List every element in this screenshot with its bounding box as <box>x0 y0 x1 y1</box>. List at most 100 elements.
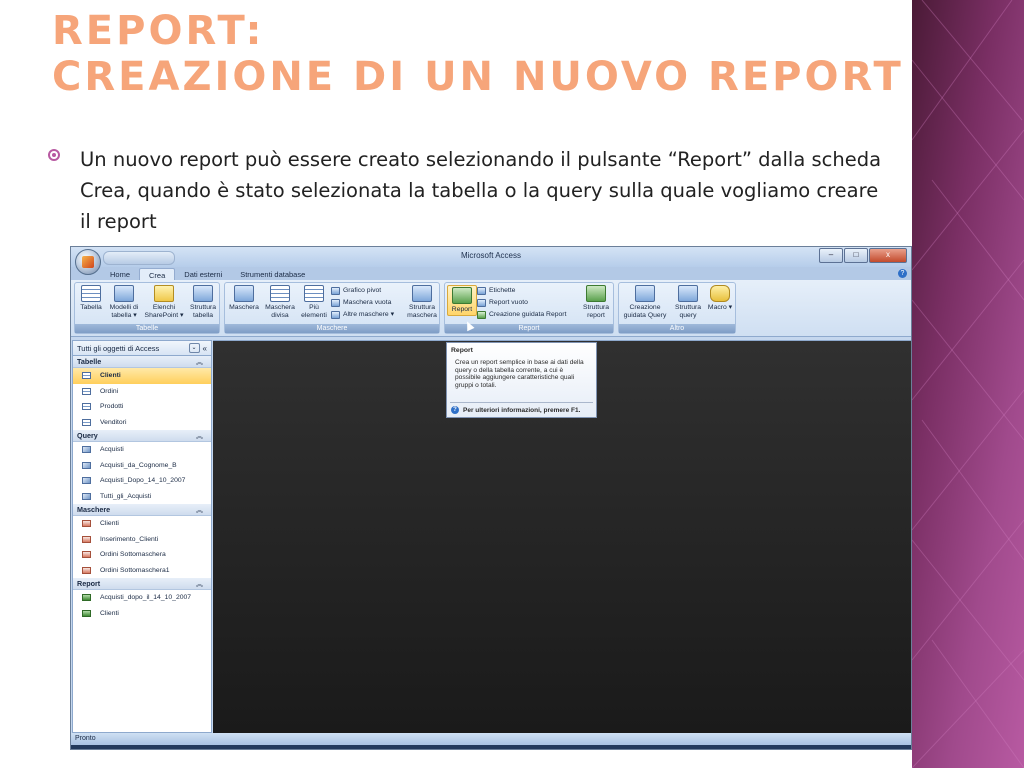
table-icon <box>82 418 91 426</box>
nav-item-maschera-ordini-sottomaschera[interactable]: Ordini Sottomaschera <box>73 547 211 563</box>
group-label-maschere: Maschere <box>225 324 439 333</box>
macro-icon <box>710 285 730 302</box>
maximize-button[interactable]: □ <box>844 248 868 263</box>
nav-item-query-acquisti[interactable]: Acquisti <box>73 442 211 458</box>
split-form-icon <box>270 285 290 302</box>
office-button[interactable] <box>75 249 101 275</box>
ribbon-tabs: Home Crea Dati esterni Strumenti databas… <box>71 267 911 282</box>
list-item-label: Clienti <box>100 520 119 528</box>
nav-item-query-tutti-gli-acquisti[interactable]: Tutti_gli_Acquisti <box>73 489 211 505</box>
collapse-section-icon: ︽ <box>196 432 203 440</box>
maschera-vuota-label: Maschera vuota <box>343 299 392 306</box>
report-icon <box>82 594 91 602</box>
struttura-query-button[interactable]: Struttura query <box>671 285 705 320</box>
etichette-label: Etichette <box>489 287 516 294</box>
section-title: Report <box>77 579 101 588</box>
nav-item-tabella-venditori[interactable]: Venditori <box>73 415 211 431</box>
bullet-text: Un nuovo report può essere creato selezi… <box>80 148 882 233</box>
title-bar: Microsoft Access – □ x <box>71 247 911 267</box>
tabella-label: Tabella <box>80 304 102 311</box>
tooltip-divider <box>450 402 593 403</box>
list-item-label: Venditori <box>100 418 127 426</box>
list-item-label: Prodotti <box>100 403 124 411</box>
query-icon <box>82 492 91 500</box>
nav-section-maschere[interactable]: Maschere ︽ <box>73 504 211 516</box>
maschera-label: Maschera <box>229 304 259 311</box>
struttura-report-button[interactable]: Struttura report <box>579 285 613 320</box>
nav-pane-header[interactable]: Tutti gli oggetti di Access ⌄ « <box>73 341 211 356</box>
collapse-pane-icon[interactable]: « <box>203 344 207 353</box>
report-button[interactable]: Report <box>447 285 477 316</box>
window-controls: – □ x <box>819 248 907 263</box>
labels-icon <box>477 286 486 295</box>
struttura-tabella-button[interactable]: Struttura tabella <box>187 285 219 320</box>
creazione-guidata-query-button[interactable]: Creazione guidata Query <box>621 285 669 320</box>
nav-item-maschera-inserimento-clienti[interactable]: Inserimento_Clienti <box>73 532 211 548</box>
nav-item-tabella-clienti[interactable]: Clienti <box>73 368 211 384</box>
blank-form-icon <box>331 298 340 307</box>
nav-section-query[interactable]: Query ︽ <box>73 430 211 442</box>
report-tooltip: Report Crea un report semplice in base a… <box>446 342 597 418</box>
query-icon <box>82 477 91 485</box>
altre-maschere-button[interactable]: Altre maschere ▾ <box>331 310 394 319</box>
list-item-label: Clienti <box>100 372 121 380</box>
modelli-tabella-button[interactable]: Modelli di tabella ▾ <box>107 285 141 320</box>
windows-taskbar <box>71 745 911 749</box>
struttura-query-label: Struttura query <box>674 304 702 319</box>
minimize-button[interactable]: – <box>819 248 843 263</box>
creazione-guidata-report-button[interactable]: Creazione guidata Report <box>477 310 566 319</box>
close-button[interactable]: x <box>869 248 907 263</box>
chevron-down-icon[interactable]: ⌄ <box>188 343 200 353</box>
group-label-altro: Altro <box>619 324 735 333</box>
table-icon <box>82 372 91 380</box>
nav-item-report-acquisti-dopo[interactable]: Acquisti_dopo_il_14_10_2007 <box>73 590 211 606</box>
nav-item-maschera-clienti[interactable]: Clienti <box>73 516 211 532</box>
query-design-icon <box>678 285 698 302</box>
list-item-label: Acquisti_da_Cognome_B <box>100 461 177 469</box>
tooltip-help-text: Per ulteriori informazioni, premere F1. <box>463 406 581 414</box>
table-design-icon <box>193 285 213 302</box>
query-wizard-icon <box>635 285 655 302</box>
report-vuoto-button[interactable]: Report vuoto <box>477 298 528 307</box>
tooltip-help: ? Per ulteriori informazioni, premere F1… <box>451 406 580 414</box>
list-item-label: Acquisti_dopo_il_14_10_2007 <box>100 594 192 602</box>
list-item-label: Acquisti <box>100 446 124 454</box>
tooltip-body: Crea un report semplice in base ai dati … <box>455 359 584 389</box>
piu-elementi-button[interactable]: Più elementi <box>299 285 329 320</box>
report-icon <box>452 287 472 304</box>
elenchi-sharepoint-button[interactable]: Elenchi SharePoint ▾ <box>143 285 185 320</box>
help-icon: ? <box>451 406 459 414</box>
tabella-button[interactable]: Tabella <box>77 285 105 312</box>
elenchi-sharepoint-label: Elenchi SharePoint ▾ <box>144 304 184 319</box>
nav-section-tabelle[interactable]: Tabelle ︽ <box>73 356 211 368</box>
table-icon <box>82 387 91 395</box>
nav-pane-title: Tutti gli oggetti di Access <box>77 343 160 353</box>
list-item-label: Tutti_gli_Acquisti <box>100 492 152 500</box>
multiple-items-icon <box>304 285 324 302</box>
form-icon <box>82 551 91 559</box>
macro-button[interactable]: Macro ▾ <box>707 285 733 312</box>
nav-item-report-clienti[interactable]: Clienti <box>73 606 211 622</box>
maschera-divisa-button[interactable]: Maschera divisa <box>263 285 297 320</box>
nav-item-query-acquisti-da-cognome-b[interactable]: Acquisti_da_Cognome_B <box>73 458 211 474</box>
access-window: Microsoft Access – □ x Home Crea Dati es… <box>70 246 912 750</box>
grafico-pivot-button[interactable]: Grafico pivot <box>331 286 381 295</box>
etichette-button[interactable]: Etichette <box>477 286 515 295</box>
report-wizard-icon <box>477 310 486 319</box>
nav-item-maschera-ordini-sottomaschera1[interactable]: Ordini Sottomaschera1 <box>73 563 211 579</box>
help-icon[interactable]: ? <box>898 269 907 278</box>
more-forms-icon <box>331 310 340 319</box>
query-icon <box>82 461 91 469</box>
maschera-vuota-button[interactable]: Maschera vuota <box>331 298 391 307</box>
struttura-report-label: Struttura report <box>582 304 610 319</box>
nav-item-query-acquisti-dopo[interactable]: Acquisti_Dopo_14_10_2007 <box>73 473 211 489</box>
maschera-button[interactable]: Maschera <box>227 285 261 312</box>
collapse-section-icon: ︽ <box>196 358 203 366</box>
nav-item-tabella-prodotti[interactable]: Prodotti <box>73 399 211 415</box>
nav-section-report[interactable]: Report ︽ <box>73 578 211 590</box>
collapse-section-icon: ︽ <box>196 506 203 514</box>
report-label: Report <box>451 306 473 313</box>
nav-item-tabella-ordini[interactable]: Ordini <box>73 384 211 400</box>
struttura-maschera-button[interactable]: Struttura maschera <box>405 285 439 320</box>
list-item-label: Ordini Sottomaschera1 <box>100 566 170 574</box>
